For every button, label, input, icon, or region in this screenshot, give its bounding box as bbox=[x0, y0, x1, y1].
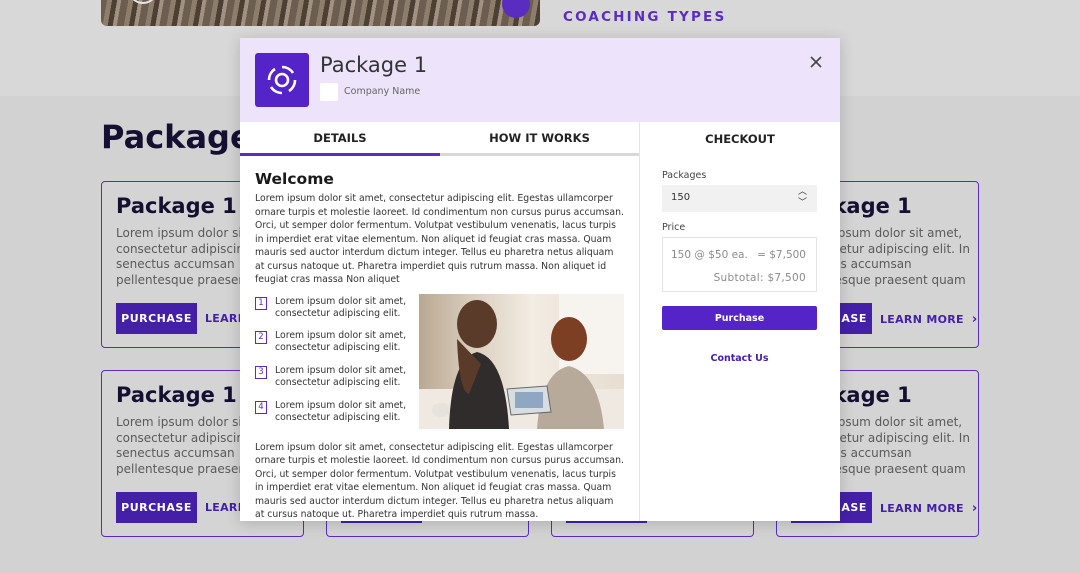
purchase-button[interactable]: Purchase bbox=[662, 306, 817, 330]
section-label: COACHING TYPES bbox=[563, 9, 727, 25]
card-title: Package 1 bbox=[116, 194, 237, 218]
stepper-arrows[interactable]: ︿ ﹀ bbox=[798, 187, 807, 209]
price-total: = $7,500 bbox=[757, 249, 806, 261]
active-tab-indicator bbox=[240, 153, 440, 156]
packages-quantity-stepper[interactable]: 150 ︿ ﹀ bbox=[662, 185, 817, 212]
packages-value: 150 bbox=[671, 192, 691, 203]
details-content[interactable]: Welcome Lorem ipsum dolor sit amet, cons… bbox=[255, 170, 625, 521]
card-title: Package 1 bbox=[116, 383, 237, 407]
chevron-right-icon: › bbox=[971, 501, 978, 516]
chevron-up-icon[interactable]: ︿ bbox=[798, 187, 807, 198]
modal-tabs: DETAILS HOW IT WORKS bbox=[240, 122, 639, 156]
chevron-right-icon: › bbox=[971, 312, 978, 327]
learn-more-link[interactable]: LEARN MORE › bbox=[880, 501, 978, 516]
list-number: 4 bbox=[255, 400, 267, 414]
tab-how-it-works[interactable]: HOW IT WORKS bbox=[440, 131, 639, 145]
packages-label: Packages bbox=[662, 170, 707, 181]
package-modal: Package 1 Company Name DETAILS HOW IT WO… bbox=[240, 38, 840, 521]
welcome-heading: Welcome bbox=[255, 170, 334, 188]
price-label: Price bbox=[662, 222, 686, 233]
price-box: 150 @ $50 ea. = $7,500 Subtotal: $7,500 bbox=[662, 237, 817, 292]
hero-image bbox=[101, 0, 540, 26]
checkout-panel: CHECKOUT Packages 150 ︿ ﹀ Price 150 @ $5… bbox=[639, 122, 840, 521]
list-text: Lorem ipsum dolor sit amet, consectetur … bbox=[275, 329, 407, 354]
learn-more-link[interactable]: LEARN MORE › bbox=[880, 312, 978, 327]
price-calculation: 150 @ $50 ea. bbox=[671, 249, 748, 261]
coaching-photo bbox=[419, 293, 624, 429]
tab-details[interactable]: DETAILS bbox=[240, 131, 440, 145]
list-number: 1 bbox=[255, 296, 267, 310]
company-name: Company Name bbox=[344, 86, 421, 97]
modal-title: Package 1 bbox=[320, 53, 428, 77]
list-text: Lorem ipsum dolor sit amet, consectetur … bbox=[275, 399, 407, 424]
body-paragraph: Lorem ipsum dolor sit amet, consectetur … bbox=[255, 441, 624, 521]
purchase-button[interactable]: PURCHASE bbox=[116, 303, 197, 334]
company-logo-placeholder bbox=[320, 83, 338, 101]
purchase-button[interactable]: PURCHASE bbox=[116, 492, 197, 523]
list-number: 3 bbox=[255, 365, 267, 379]
checkout-title: CHECKOUT bbox=[705, 132, 775, 146]
modal-header: Package 1 Company Name bbox=[240, 38, 840, 122]
close-icon[interactable] bbox=[807, 53, 825, 71]
list-number: 2 bbox=[255, 330, 267, 344]
subtotal: Subtotal: $7,500 bbox=[713, 272, 806, 284]
intro-paragraph: Lorem ipsum dolor sit amet, consectetur … bbox=[255, 193, 624, 285]
feature-list: 1 Lorem ipsum dolor sit amet, consectetu… bbox=[255, 293, 625, 434]
learn-more-label: LEARN MORE bbox=[880, 502, 964, 515]
learn-more-label: LEARN MORE bbox=[880, 313, 964, 326]
company-logo-icon bbox=[255, 53, 309, 107]
list-text: Lorem ipsum dolor sit amet, consectetur … bbox=[275, 295, 407, 320]
chevron-down-icon[interactable]: ﹀ bbox=[798, 198, 807, 209]
contact-us-link[interactable]: Contact Us bbox=[662, 353, 817, 364]
list-text: Lorem ipsum dolor sit amet, consectetur … bbox=[275, 364, 407, 389]
